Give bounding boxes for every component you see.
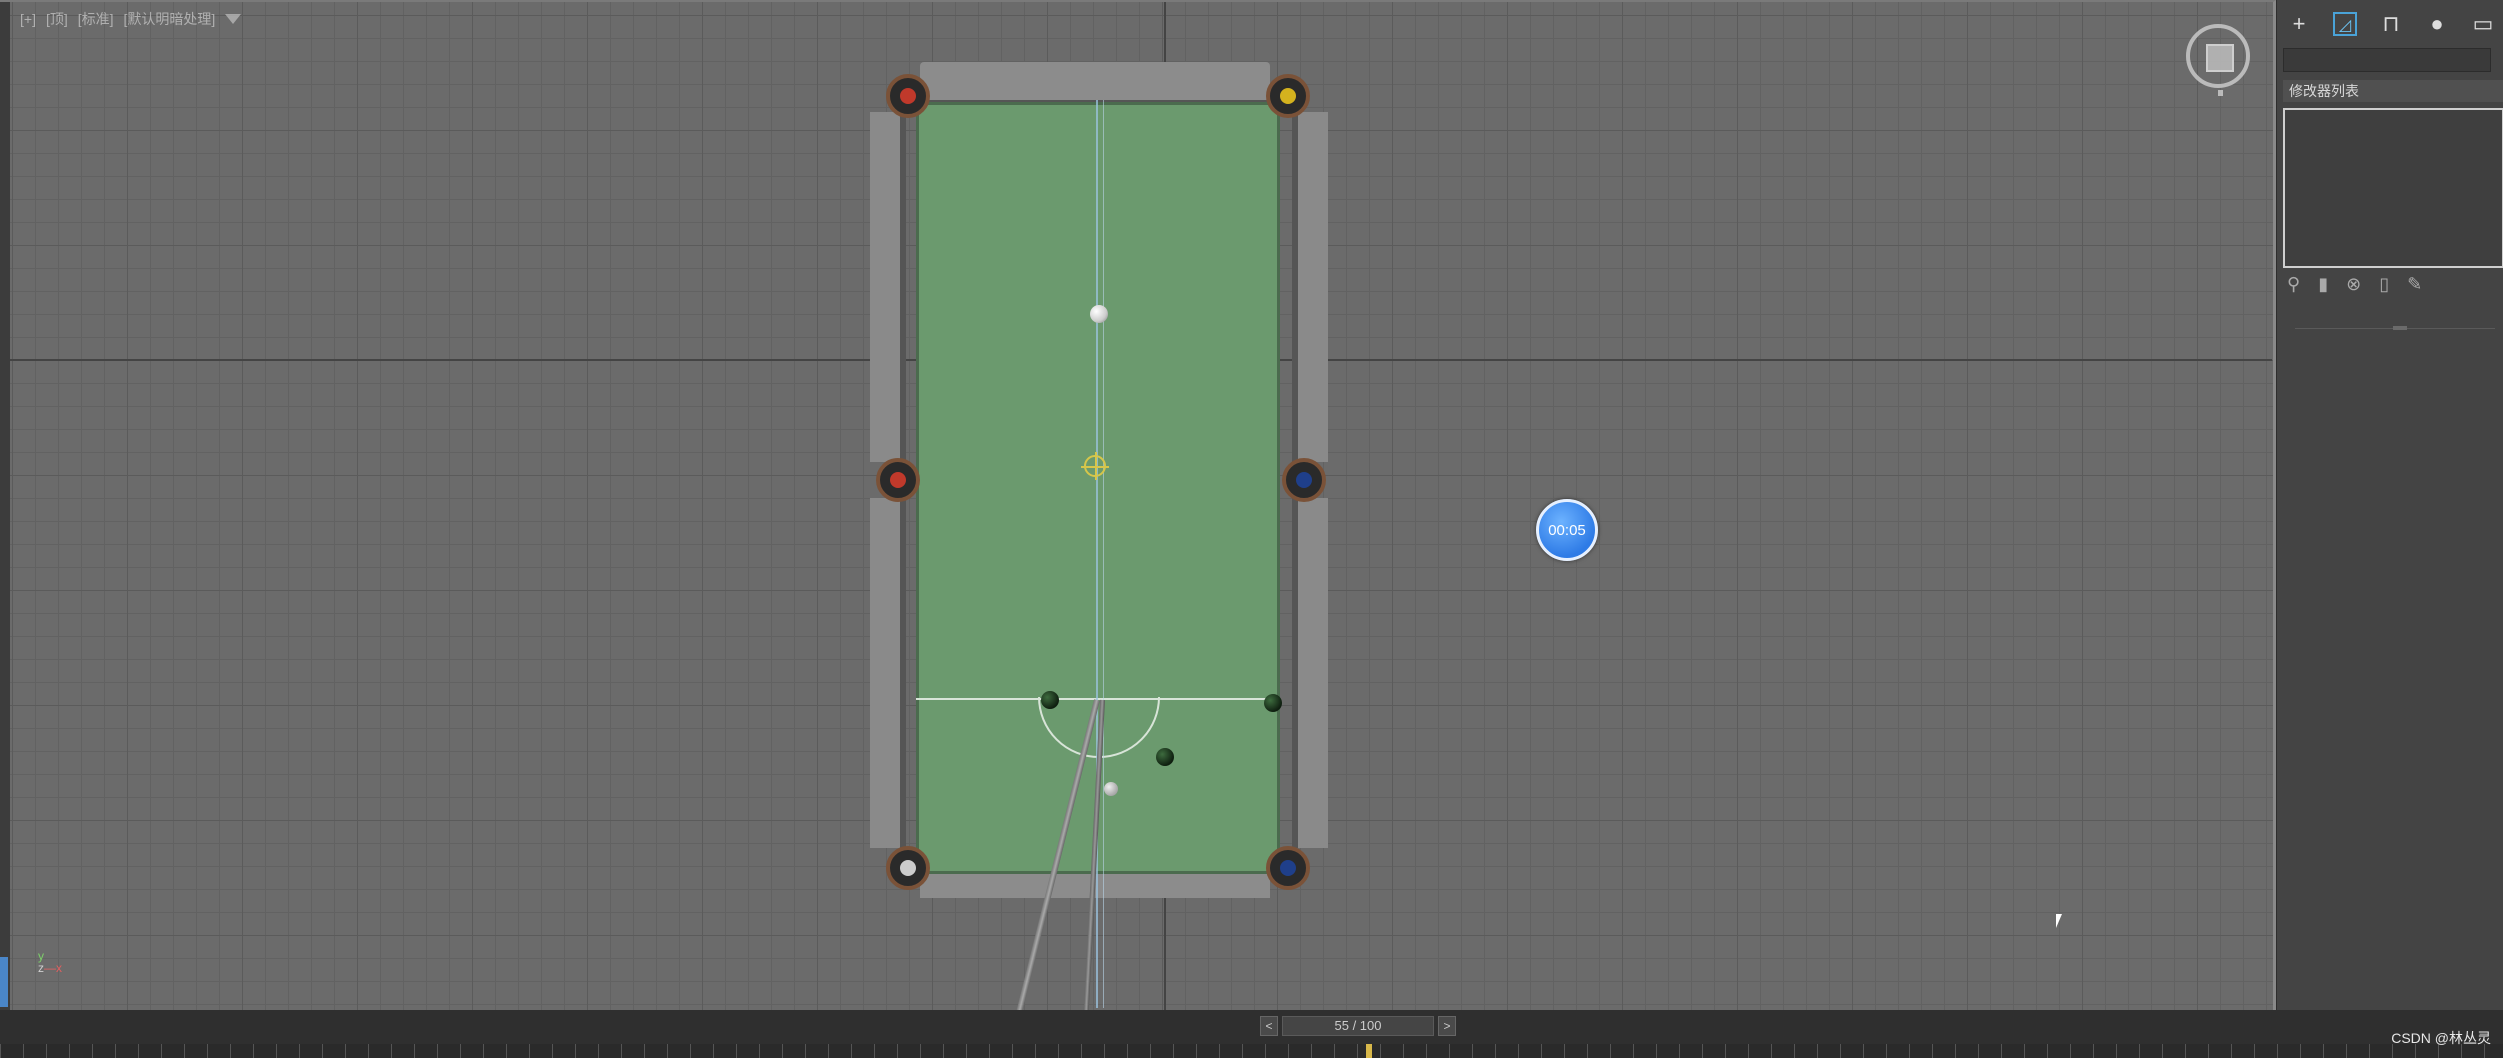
- pin-stack-icon[interactable]: ⚲: [2287, 274, 2300, 295]
- hierarchy-icon[interactable]: ⊓: [2379, 12, 2403, 36]
- remove-modifier-icon[interactable]: ▯: [2379, 274, 2389, 295]
- timeline-ruler[interactable]: [0, 1044, 2503, 1058]
- aim-line: [1096, 100, 1098, 1008]
- viewport-left-edge: [0, 2, 10, 1012]
- object-ball[interactable]: [1104, 782, 1118, 796]
- green-ball[interactable]: [1156, 748, 1174, 766]
- motion-icon[interactable]: ●: [2425, 12, 2449, 36]
- next-frame-button[interactable]: >: [1438, 1016, 1456, 1036]
- time-slider[interactable]: < 55 / 100 >: [1260, 1016, 1456, 1036]
- rail-top[interactable]: [920, 62, 1270, 106]
- show-end-result-icon[interactable]: ▮: [2318, 274, 2328, 295]
- rail-right-upper[interactable]: [1292, 112, 1328, 462]
- pocket-ball: [900, 88, 916, 104]
- panel-divider-handle[interactable]: [2393, 326, 2407, 330]
- rail-left-upper[interactable]: [870, 112, 906, 462]
- axis-x-icon: —x: [44, 961, 62, 975]
- object-name-field[interactable]: [2283, 48, 2491, 72]
- aim-line-secondary: [1103, 100, 1104, 1008]
- pocket-ball: [1296, 472, 1312, 488]
- pocket-top-right[interactable]: [1266, 74, 1310, 118]
- command-panel-tabs: + ◿ ⊓ ● ▭ ✎: [2287, 12, 2503, 36]
- pocket-bottom-left[interactable]: [886, 846, 930, 890]
- pocket-middle-left[interactable]: [876, 458, 920, 502]
- plus-icon[interactable]: +: [2287, 12, 2311, 36]
- viewport-camera-mode[interactable]: [标准]: [78, 9, 114, 29]
- current-frame-marker[interactable]: [1366, 1044, 1372, 1058]
- green-ball[interactable]: [1041, 691, 1059, 709]
- viewport-label[interactable]: [+] [顶] [标准] [默认明暗处理]: [20, 9, 242, 29]
- configure-modifier-sets-icon[interactable]: ✎: [2407, 274, 2422, 295]
- stack-tools: ⚲ ▮ ⊗ ▯ ✎: [2287, 274, 2422, 295]
- pocket-middle-right[interactable]: [1282, 458, 1326, 502]
- prev-frame-button[interactable]: <: [1260, 1016, 1278, 1036]
- pocket-ball: [890, 472, 906, 488]
- pocket-top-left[interactable]: [886, 74, 930, 118]
- modifier-list-dropdown[interactable]: 修改器列表: [2283, 80, 2503, 102]
- viewport-menu-plus[interactable]: [+]: [20, 11, 36, 27]
- rail-left-lower[interactable]: [870, 498, 906, 848]
- modifier-stack[interactable]: [2283, 108, 2503, 268]
- cue-ball[interactable]: [1090, 305, 1108, 323]
- make-unique-icon[interactable]: ⊗: [2346, 274, 2361, 295]
- command-panel: + ◿ ⊓ ● ▭ ✎ 修改器列表 ⚲ ▮ ⊗ ▯ ✎: [2276, 0, 2503, 1010]
- pocket-ball: [1280, 860, 1296, 876]
- viewcube[interactable]: [2186, 24, 2250, 96]
- recording-timer[interactable]: 00:05: [1536, 499, 1598, 561]
- pocket-bottom-right[interactable]: [1266, 846, 1310, 890]
- viewport-shading-mode[interactable]: [默认明暗处理]: [124, 9, 216, 29]
- viewcube-compass-marker: [2218, 90, 2223, 96]
- target-crosshair-icon[interactable]: [1081, 452, 1109, 480]
- pocket-ball: [1280, 88, 1296, 104]
- filter-icon[interactable]: [225, 14, 242, 24]
- display-icon[interactable]: ▭: [2471, 12, 2495, 36]
- rail-right-lower[interactable]: [1292, 498, 1328, 848]
- timeline-bar: < 55 / 100 > CSDN @林丛灵: [0, 1010, 2503, 1058]
- watermark-credit: CSDN @林丛灵: [2391, 1030, 2491, 1046]
- pocket-ball: [900, 860, 916, 876]
- viewcube-face[interactable]: [2206, 44, 2234, 72]
- left-edge-indicator: [0, 957, 8, 1007]
- modify-icon[interactable]: ◿: [2333, 12, 2357, 36]
- mouse-cursor-icon: [2056, 914, 2062, 928]
- green-ball[interactable]: [1264, 694, 1282, 712]
- viewport-view-name[interactable]: [顶]: [46, 9, 68, 29]
- frame-counter[interactable]: 55 / 100: [1282, 1016, 1434, 1036]
- axis-tripod: y z—x: [38, 950, 62, 974]
